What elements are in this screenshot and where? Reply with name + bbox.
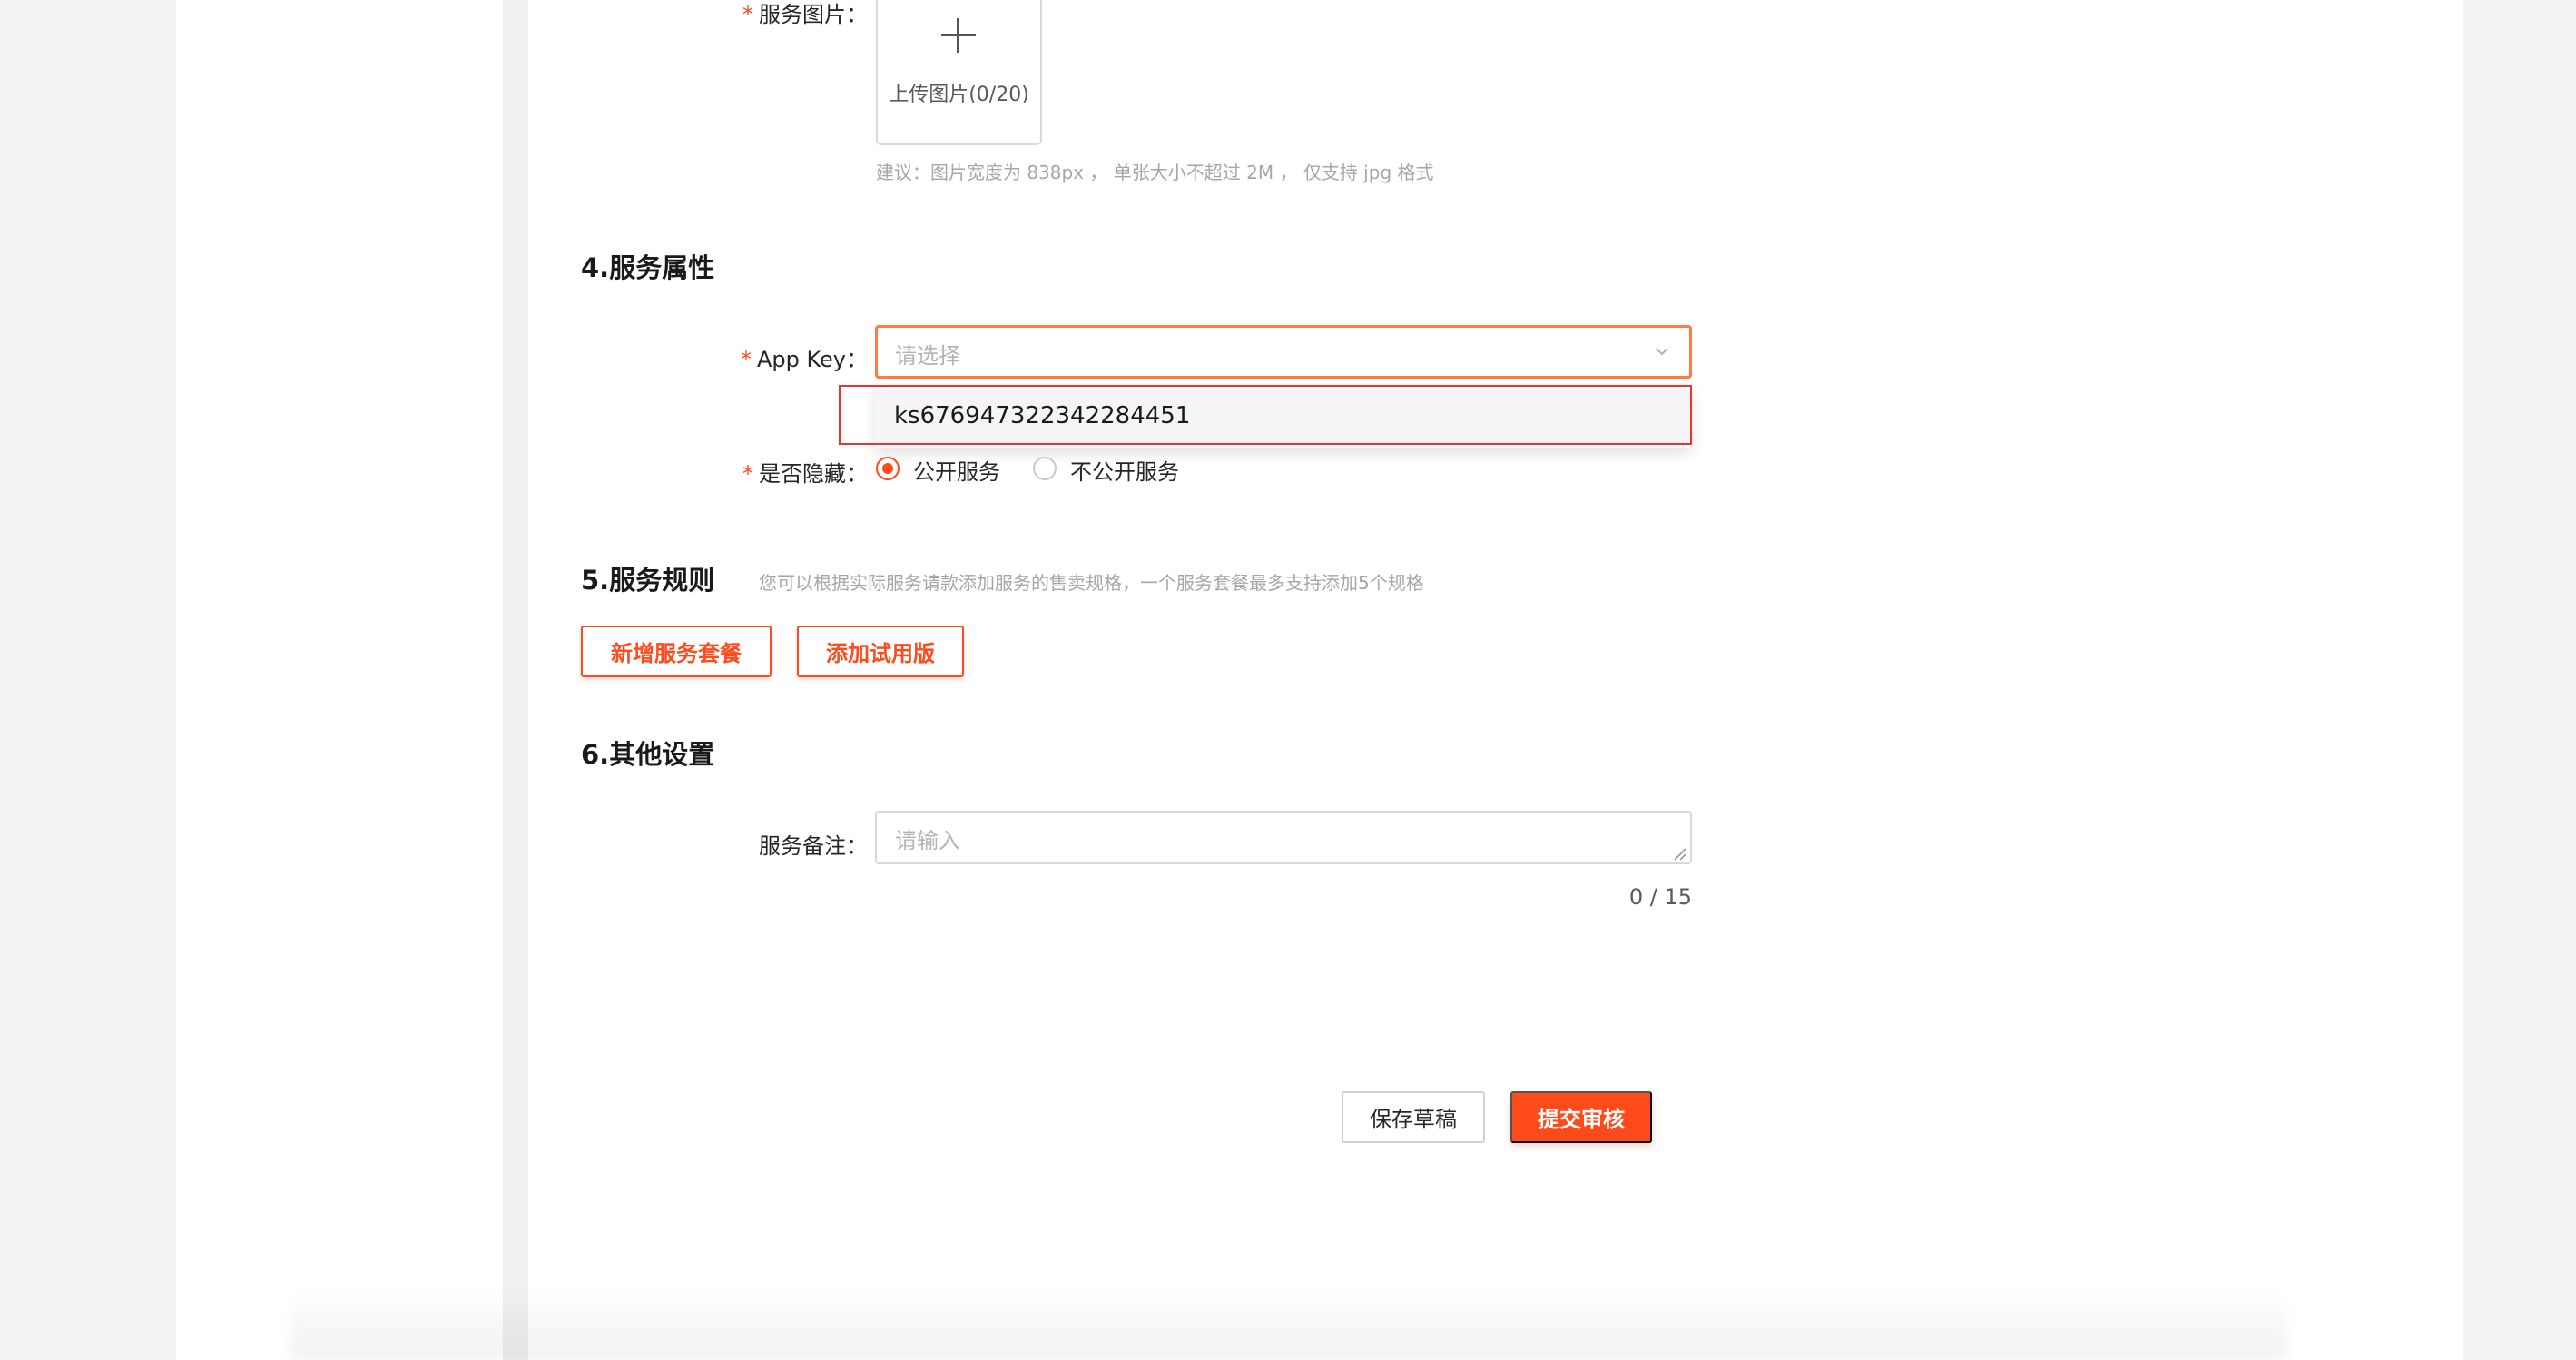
app-key-placeholder: 请选择 [895, 343, 960, 369]
section-title-service-attributes: 4.服务属性 [581, 252, 715, 283]
remark-textarea[interactable] [875, 811, 1692, 864]
section-title-service-rules: 5.服务规则 [581, 565, 715, 596]
required-mark: * [742, 2, 753, 27]
save-draft-button[interactable]: 保存草稿 [1342, 1091, 1485, 1143]
bottom-shadow [290, 1289, 2287, 1360]
service-image-label: * 服务图片： [708, 0, 868, 28]
add-trial-button[interactable]: 添加试用版 [797, 626, 964, 677]
resize-grip-icon[interactable] [1672, 846, 1686, 861]
required-mark: * [742, 461, 753, 487]
remark-placeholder: 请输入 [895, 828, 960, 853]
remark-char-counter: 0 / 15 [1628, 884, 1692, 910]
add-service-package-button[interactable]: 新增服务套餐 [581, 626, 772, 677]
hidden-label: * 是否隐藏： [708, 456, 868, 488]
highlight-frame [839, 385, 1692, 445]
radio-public-label[interactable]: 公开服务 [913, 454, 1000, 486]
service-rules-hint: 您可以根据实际服务请款添加服务的售卖规格，一个服务套餐最多支持添加5个规格 [759, 572, 1424, 594]
upload-image-label: 上传图片(0/20) [889, 84, 1029, 106]
required-mark: * [740, 347, 752, 372]
radio-private[interactable] [1033, 457, 1057, 480]
plus-icon-vertical [957, 18, 959, 53]
remark-label: 服务备注： [759, 833, 868, 859]
app-key-label-text: App Key： [756, 347, 868, 372]
radio-public[interactable] [876, 457, 900, 480]
hidden-label-text: 是否隐藏： [759, 461, 868, 487]
app-key-label: * App Key： [708, 341, 868, 373]
chevron-down-icon[interactable] [1654, 343, 1670, 360]
radio-private-label[interactable]: 不公开服务 [1070, 454, 1179, 486]
submit-review-button[interactable]: 提交审核 [1510, 1091, 1652, 1143]
app-key-select[interactable] [875, 325, 1692, 379]
upload-hint: 建议：图片宽度为 838px ， 单张大小不超过 2M ， 仅支持 jpg 格式 [876, 162, 1434, 183]
service-image-label-text: 服务图片： [759, 2, 868, 27]
section-title-other-settings: 6.其他设置 [581, 739, 715, 770]
left-gutter [503, 0, 528, 1360]
